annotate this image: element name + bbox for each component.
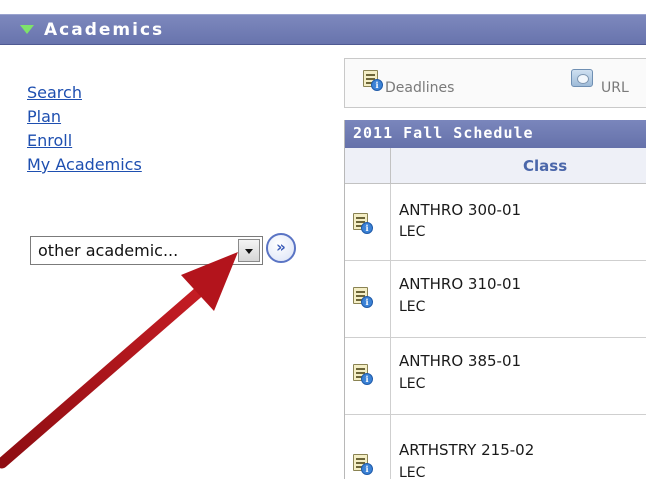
annotation-arrow-icon [0,252,238,469]
